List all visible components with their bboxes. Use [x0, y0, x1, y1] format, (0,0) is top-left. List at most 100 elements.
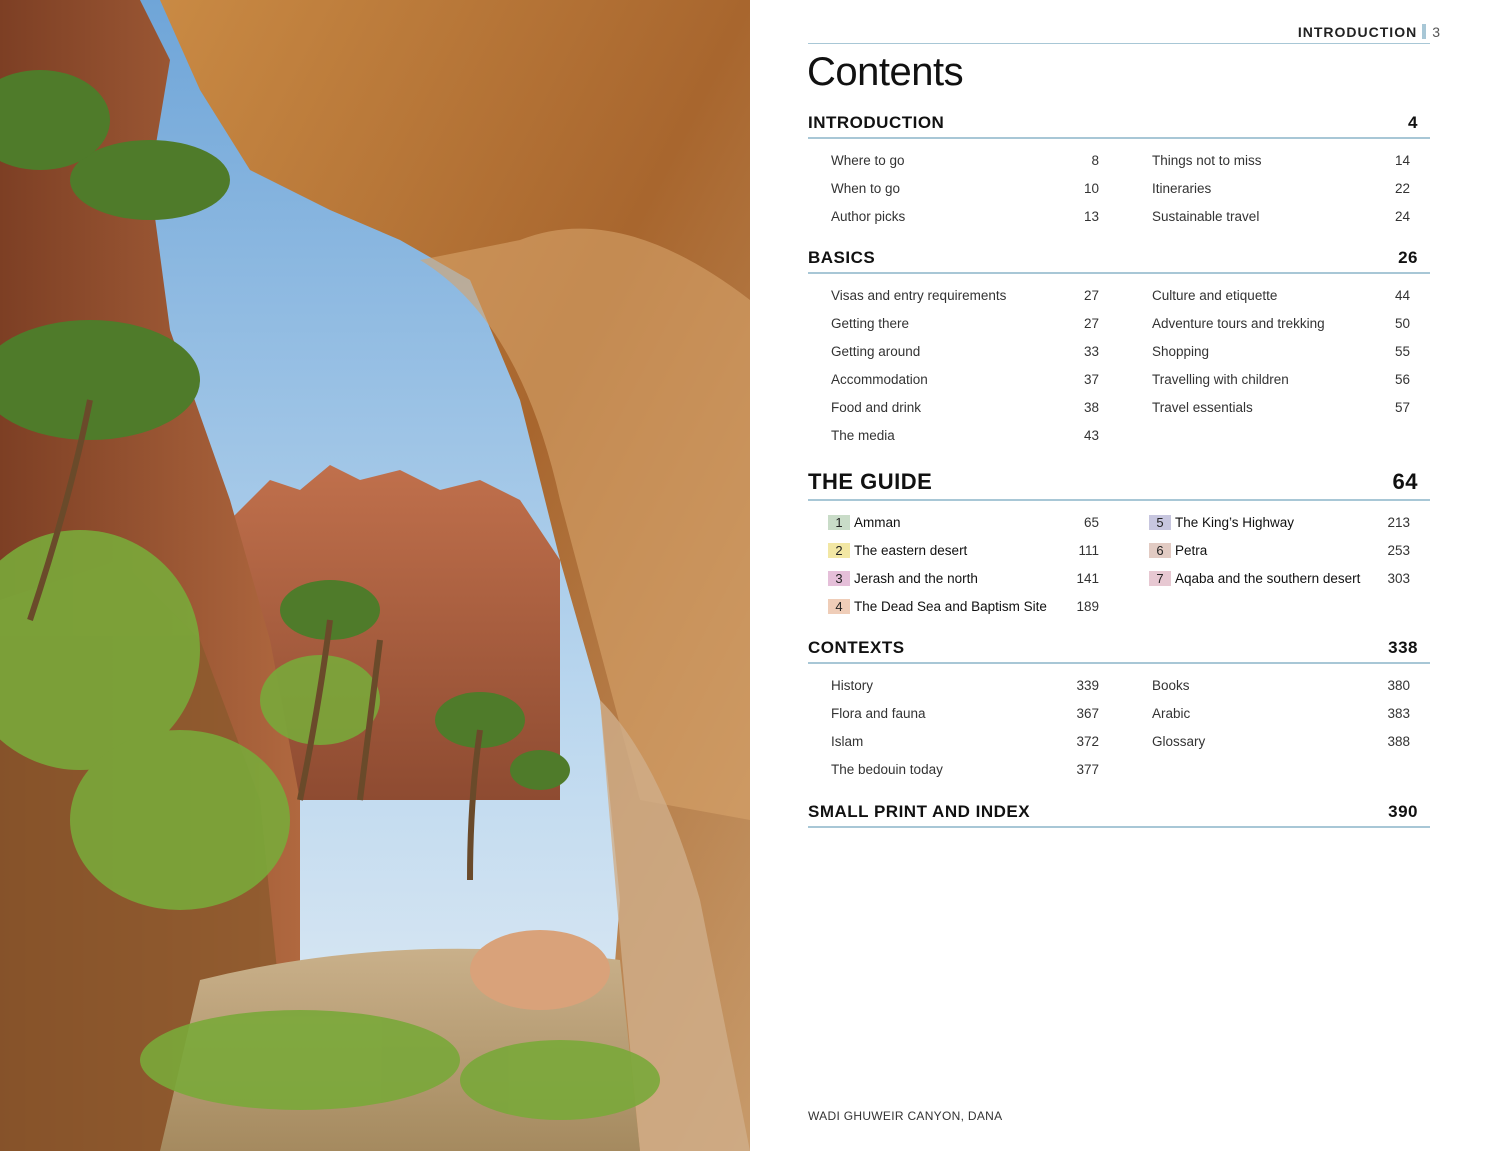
entry-label: Shopping [1152, 344, 1210, 359]
section-contexts: CONTEXTS 338 History 339 Flora and fauna 3… [808, 638, 1430, 777]
folio-page-number: 3 [1432, 24, 1440, 40]
entry-page: 383 [1387, 706, 1410, 721]
entry-page: 189 [1076, 599, 1099, 614]
entry-page: 65 [1083, 515, 1099, 530]
entry-label: Itineraries [1152, 181, 1212, 196]
chapter-entry[interactable]: 4 The Dead Sea and Baptism Site 189 [808, 594, 1099, 622]
toc-entry[interactable]: The media 43 [808, 423, 1099, 451]
toc-entry[interactable]: Getting around 33 [808, 339, 1099, 367]
section-title: INTRODUCTION [808, 113, 945, 132]
chapter-entry[interactable]: 3 Jerash and the north 141 [808, 566, 1099, 594]
column-left: Where to go 8 When to go 10 Author picks 13 [808, 148, 1099, 232]
entry-label: The bedouin today [831, 762, 943, 777]
section-small-print: SMALL PRINT AND INDEX 390 [808, 802, 1430, 828]
entry-label: Books [1152, 678, 1190, 693]
entry-label: Accommodation [831, 372, 928, 387]
entry-label: Where to go [831, 153, 905, 168]
toc-entry[interactable]: Travelling with children 56 [1129, 367, 1420, 395]
toc-entry[interactable]: Flora and fauna 367 [808, 701, 1099, 729]
toc-entry[interactable]: Shopping 55 [1129, 339, 1420, 367]
entry-page: 213 [1387, 515, 1410, 530]
toc-entry[interactable]: Arabic 383 [1129, 701, 1420, 729]
entry-label: Amman [854, 515, 901, 530]
column-right: Culture and etiquette 44 Adventure tours … [1129, 283, 1420, 423]
toc-entry[interactable]: Travel essentials 57 [1129, 395, 1420, 423]
toc-entry[interactable]: Food and drink 38 [808, 395, 1099, 423]
entry-page: 33 [1083, 344, 1099, 359]
toc-entry[interactable]: Books 380 [1129, 673, 1420, 701]
entry-page: 56 [1394, 372, 1410, 387]
entry-label: Petra [1175, 543, 1208, 558]
toc-entry[interactable]: Culture and etiquette 44 [1129, 283, 1420, 311]
entry-label: Getting around [831, 344, 921, 359]
chapter-entry[interactable]: 7 Aqaba and the southern desert 303 [1129, 566, 1420, 594]
section-introduction: INTRODUCTION 4 Where to go 8 When to go 10… [808, 113, 1430, 224]
entry-page: 8 [1091, 153, 1099, 168]
section-heading[interactable]: SMALL PRINT AND INDEX 390 [808, 802, 1430, 828]
entry-page: 27 [1083, 316, 1099, 331]
toc-entry[interactable]: Where to go 8 [808, 148, 1099, 176]
entry-page: 380 [1387, 678, 1410, 693]
entry-label: History [831, 678, 874, 693]
entry-page: 37 [1083, 372, 1099, 387]
toc-entry[interactable]: Adventure tours and trekking 50 [1129, 311, 1420, 339]
entry-page: 10 [1083, 181, 1099, 196]
chapter-entry[interactable]: 5 The King’s Highway 213 [1129, 510, 1420, 538]
toc-entry[interactable]: Sustainable travel 24 [1129, 204, 1420, 232]
entry-page: 111 [1078, 543, 1099, 558]
section-page: 390 [1388, 802, 1418, 821]
column-right: Books 380 Arabic 383 Glossary 388 [1129, 673, 1420, 757]
toc-entry[interactable]: Islam 372 [808, 729, 1099, 757]
section-page: 64 [1392, 469, 1418, 494]
entry-page: 38 [1083, 400, 1099, 415]
entry-page: 24 [1394, 209, 1410, 224]
toc-entry[interactable]: When to go 10 [808, 176, 1099, 204]
entry-label: Author picks [831, 209, 906, 224]
canyon-photo [0, 0, 750, 1151]
entry-page: 50 [1394, 316, 1410, 331]
section-heading[interactable]: THE GUIDE 64 [808, 469, 1430, 501]
entry-label: Flora and fauna [831, 706, 926, 721]
column-left: Visas and entry requirements 27 Getting t… [808, 283, 1099, 451]
chapter-number-badge: 6 [1149, 543, 1171, 558]
entry-label: Glossary [1152, 734, 1206, 749]
running-title: INTRODUCTION [1297, 24, 1418, 40]
toc-entry[interactable]: Getting there 27 [808, 311, 1099, 339]
toc-entry[interactable]: The bedouin today 377 [808, 757, 1099, 785]
column-left: 1 Amman 65 2 The eastern desert 111 3 Jerash … [808, 510, 1099, 622]
toc-entry[interactable]: Things not to miss 14 [1129, 148, 1420, 176]
toc-entry[interactable]: Accommodation 37 [808, 367, 1099, 395]
toc-entry[interactable]: Author picks 13 [808, 204, 1099, 232]
toc-entry[interactable]: Glossary 388 [1129, 729, 1420, 757]
toc-entry[interactable]: Visas and entry requirements 27 [808, 283, 1099, 311]
entry-label: The Dead Sea and Baptism Site [854, 599, 1047, 614]
entry-page: 253 [1387, 543, 1410, 558]
chapter-number-badge: 2 [828, 543, 850, 558]
entry-label: Travelling with children [1152, 372, 1289, 387]
entry-page: 55 [1394, 344, 1410, 359]
chapter-number-badge: 1 [828, 515, 850, 530]
section-heading[interactable]: CONTEXTS 338 [808, 638, 1430, 664]
entry-label: Aqaba and the southern desert [1175, 571, 1361, 586]
column-right: Things not to miss 14 Itineraries 22 Susta… [1129, 148, 1420, 232]
running-head: INTRODUCTION 3 [1200, 24, 1440, 40]
entry-page: 22 [1394, 181, 1410, 196]
entry-label: Jerash and the north [854, 571, 978, 586]
entry-label: Visas and entry requirements [831, 288, 1007, 303]
entry-page: 14 [1394, 153, 1410, 168]
section-the-guide: THE GUIDE 64 1 Amman 65 2 The eastern deser… [808, 469, 1430, 614]
chapter-number-badge: 7 [1149, 571, 1171, 586]
chapter-entry[interactable]: 1 Amman 65 [808, 510, 1099, 538]
chapter-entry[interactable]: 6 Petra 253 [1129, 538, 1420, 566]
section-heading[interactable]: INTRODUCTION 4 [808, 113, 1430, 139]
entry-page: 141 [1076, 571, 1099, 586]
section-page: 26 [1398, 248, 1418, 267]
toc-entry[interactable]: History 339 [808, 673, 1099, 701]
chapter-entry[interactable]: 2 The eastern desert 111 [808, 538, 1099, 566]
entry-page: 339 [1076, 678, 1099, 693]
section-page: 338 [1388, 638, 1418, 657]
running-head-bar [1422, 24, 1427, 39]
toc-entry[interactable]: Itineraries 22 [1129, 176, 1420, 204]
section-basics: BASICS 26 Visas and entry requirements 27… [808, 248, 1430, 443]
section-heading[interactable]: BASICS 26 [808, 248, 1430, 274]
